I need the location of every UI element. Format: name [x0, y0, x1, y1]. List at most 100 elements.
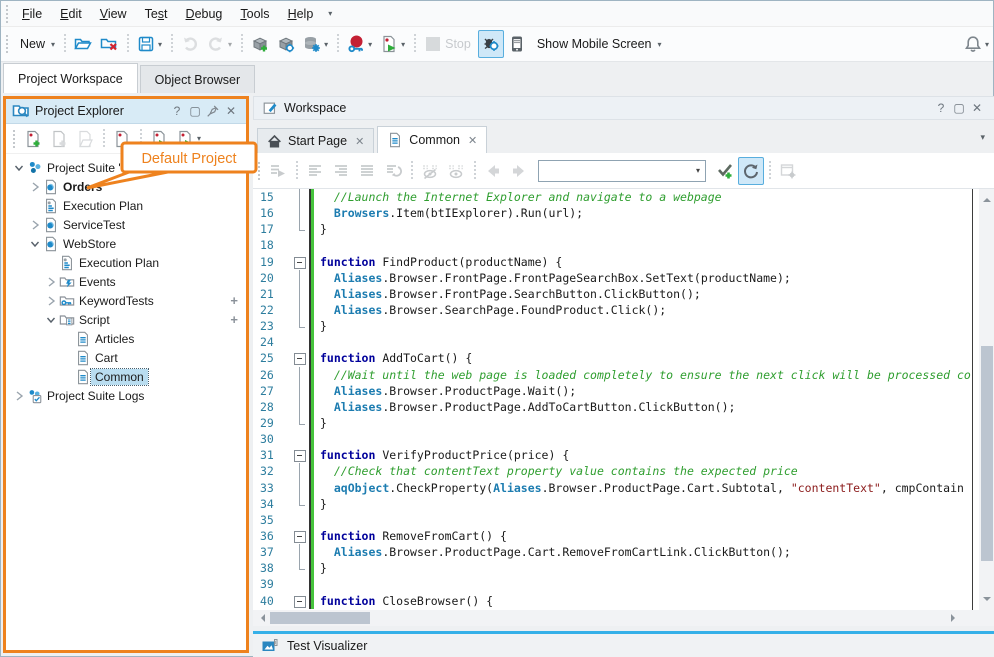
dropdown-caret-icon[interactable]: ▾ [368, 40, 372, 49]
fold-collapse-icon[interactable] [291, 254, 309, 270]
maximize-icon[interactable]: ▢ [186, 102, 204, 120]
code-line[interactable]: 21 Aliases.Browser.FrontPage.SearchButto… [253, 286, 979, 302]
menu-file[interactable]: File [13, 3, 51, 25]
scroll-up-icon[interactable] [983, 194, 991, 202]
mobile-screen-button[interactable] [504, 30, 530, 58]
close-project-button[interactable] [96, 30, 122, 58]
map-object-button[interactable] [273, 30, 299, 58]
code-line[interactable]: 15 //Launch the Internet Explorer and na… [253, 189, 979, 205]
code-line[interactable]: 26 //Wait until the web page is loaded c… [253, 367, 979, 383]
code-line[interactable]: 23} [253, 318, 979, 334]
tab-common[interactable]: Common ✕ [377, 126, 487, 153]
chevron-down-icon[interactable] [44, 313, 58, 327]
tree-item-execution-plan[interactable]: Execution Plan [6, 253, 246, 272]
tree-item-keywordtests[interactable]: KeywordTests+ [6, 291, 246, 310]
close-icon[interactable]: ✕ [222, 102, 240, 120]
code-line[interactable]: 27 Aliases.Browser.ProductPage.Wait(); [253, 383, 979, 399]
tree-item-script[interactable]: Script+ [6, 310, 246, 329]
scrollbar-thumb[interactable] [270, 612, 370, 624]
sync-button[interactable] [738, 157, 764, 185]
notifications-button[interactable]: ▾ [960, 30, 993, 58]
dropdown-caret-icon[interactable]: ▾ [51, 40, 55, 49]
close-tab-icon[interactable]: ✕ [468, 134, 477, 147]
help-icon[interactable]: ? [168, 102, 186, 120]
dropdown-caret-icon[interactable]: ▾ [158, 40, 162, 49]
run-button[interactable]: ▾ [376, 30, 409, 58]
tree-item-common[interactable]: Common [6, 367, 246, 386]
tree-item-execution-plan[interactable]: Execution Plan [6, 196, 246, 215]
code-line[interactable]: 33 aqObject.CheckProperty(Aliases.Browse… [253, 480, 979, 496]
code-line[interactable]: 18 [253, 237, 979, 253]
code-line[interactable]: 29} [253, 415, 979, 431]
menu-debug[interactable]: Debug [177, 3, 232, 25]
scroll-down-icon[interactable] [983, 597, 991, 605]
code-line[interactable]: 25function AddToCart() { [253, 350, 979, 366]
menu-tools[interactable]: Tools [231, 3, 278, 25]
menu-view[interactable]: View [91, 3, 136, 25]
code-line[interactable]: 39 [253, 576, 979, 592]
code-line[interactable]: 40function CloseBrowser() { [253, 593, 979, 609]
toolbar-grip[interactable] [4, 35, 10, 53]
fold-collapse-icon[interactable] [291, 593, 309, 609]
code-line[interactable]: 37 Aliases.Browser.ProductPage.Cart.Remo… [253, 544, 979, 560]
chevron-down-icon[interactable] [28, 237, 42, 251]
code-line[interactable]: 24 [253, 334, 979, 350]
add-item-icon[interactable]: + [230, 293, 238, 308]
code-line[interactable]: 28 Aliases.Browser.ProductPage.AddToCart… [253, 399, 979, 415]
code-editor[interactable]: 15 //Launch the Internet Explorer and na… [253, 189, 979, 610]
combobox-caret-icon[interactable]: ▾ [696, 166, 700, 175]
tree-item-events[interactable]: Events [6, 272, 246, 291]
tree-item-articles[interactable]: Articles [6, 329, 246, 348]
vertical-scrollbar[interactable] [979, 189, 994, 610]
menu-overflow-icon[interactable]: ▾ [322, 9, 338, 18]
test-visualizer-bar[interactable]: Test Visualizer [253, 631, 994, 657]
menu-help[interactable]: Help [279, 3, 323, 25]
code-line[interactable]: 31function VerifyProductPrice(price) { [253, 447, 979, 463]
tab-project-workspace[interactable]: Project Workspace [3, 63, 138, 93]
code-line[interactable]: 34} [253, 496, 979, 512]
toolbar-grip[interactable] [4, 5, 10, 23]
scrollbar-thumb[interactable] [981, 346, 993, 561]
pin-icon[interactable] [204, 102, 222, 120]
code-line[interactable]: 19function FindProduct(productName) { [253, 254, 979, 270]
add-new-item-button[interactable] [20, 125, 46, 153]
scroll-left-icon[interactable] [257, 614, 265, 622]
tree-item-project-suite-logs[interactable]: Project Suite Logs [6, 386, 246, 405]
tab-list-icon[interactable]: ▾ [980, 132, 985, 143]
dropdown-caret-icon[interactable]: ▾ [985, 40, 989, 49]
search-combobox[interactable]: ▾ [538, 160, 706, 182]
dropdown-caret-icon[interactable]: ▾ [657, 40, 661, 49]
show-mobile-button[interactable]: Show Mobile Screen▾ [530, 30, 666, 58]
record-button[interactable]: ▾ [343, 30, 376, 58]
chevron-right-icon[interactable] [28, 218, 42, 232]
data-options-button[interactable]: ▾ [299, 30, 332, 58]
chevron-right-icon[interactable] [44, 275, 58, 289]
code-line[interactable]: 22 Aliases.Browser.SearchPage.FoundProdu… [253, 302, 979, 318]
save-button[interactable]: ▾ [133, 30, 166, 58]
code-line[interactable]: 38} [253, 560, 979, 576]
tree-item-cart[interactable]: Cart [6, 348, 246, 367]
code-line[interactable]: 20 Aliases.Browser.FrontPage.FrontPageSe… [253, 270, 979, 286]
open-button[interactable] [70, 30, 96, 58]
add-item-icon[interactable]: + [230, 312, 238, 327]
fold-collapse-icon[interactable] [291, 447, 309, 463]
chevron-down-icon[interactable] [12, 161, 26, 175]
maximize-icon[interactable]: ▢ [950, 99, 968, 117]
debug-toggle-button[interactable] [478, 30, 504, 58]
tree-item-webstore[interactable]: WebStore [6, 234, 246, 253]
dropdown-caret-icon[interactable]: ▾ [228, 40, 232, 49]
chevron-right-icon[interactable] [28, 180, 42, 194]
tab-object-browser[interactable]: Object Browser [140, 65, 255, 93]
scroll-right-icon[interactable] [951, 614, 959, 622]
menu-edit[interactable]: Edit [51, 3, 91, 25]
tab-start-page[interactable]: Start Page ✕ [257, 128, 374, 153]
code-line[interactable]: 32 //Check that contentText property val… [253, 463, 979, 479]
dropdown-caret-icon[interactable]: ▾ [324, 40, 328, 49]
code-line[interactable]: 16 Browsers.Item(btIExplorer).Run(url); [253, 205, 979, 221]
add-object-button[interactable] [247, 30, 273, 58]
dropdown-caret-icon[interactable]: ▾ [401, 40, 405, 49]
chevron-right-icon[interactable] [12, 389, 26, 403]
close-icon[interactable]: ✕ [968, 99, 986, 117]
code-line[interactable]: 36function RemoveFromCart() { [253, 528, 979, 544]
toolbar-grip[interactable] [11, 130, 17, 148]
